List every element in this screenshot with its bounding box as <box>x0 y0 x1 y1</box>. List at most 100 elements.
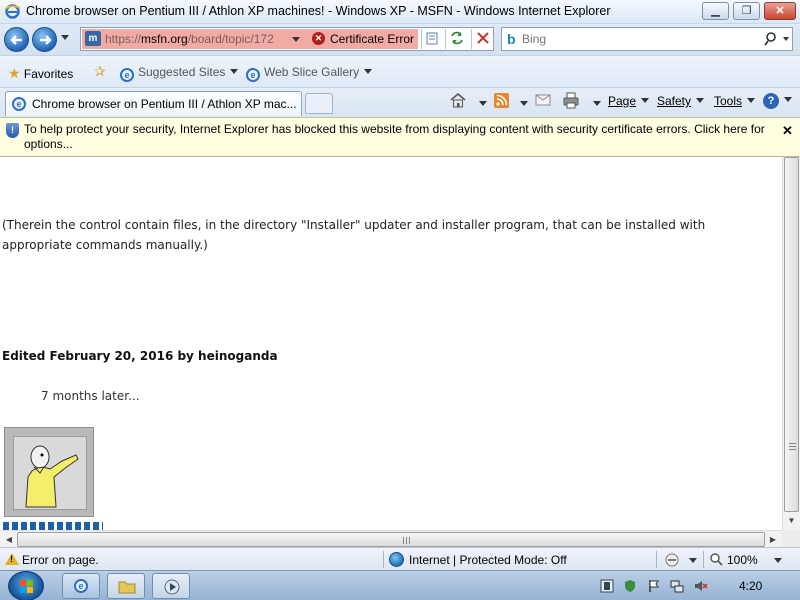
horizontal-scroll-thumb[interactable] <box>17 532 765 547</box>
url-scheme: https:// <box>105 32 142 46</box>
url-path: /board/topic/172 <box>187 32 274 46</box>
certificate-error-button[interactable]: ✕ Certificate Error <box>309 29 417 49</box>
zoom-dropdown[interactable] <box>774 558 782 563</box>
read-mail-button[interactable] <box>535 94 551 109</box>
grip-icon <box>403 537 411 544</box>
avatar-figure-image <box>25 445 79 508</box>
page-menu[interactable]: Page <box>608 94 650 108</box>
favorites-label: Favorites <box>23 67 74 81</box>
feeds-button[interactable] <box>494 93 509 111</box>
popup-blocker-button[interactable] <box>664 552 680 571</box>
refresh-button[interactable] <box>445 29 467 49</box>
favorites-star-icon: ★ <box>8 65 21 81</box>
scroll-down-arrow[interactable]: ▼ <box>784 513 799 529</box>
favorites-item-web-slice-gallery[interactable]: e Web Slice Gallery <box>246 65 373 82</box>
safety-menu[interactable]: Safety <box>657 94 705 108</box>
scroll-left-arrow[interactable]: ◀ <box>2 532 16 547</box>
taskbar-media-player[interactable] <box>152 573 190 599</box>
search-box[interactable]: b <box>501 27 793 51</box>
avatar[interactable] <box>4 427 94 517</box>
shield-icon: ! <box>6 123 19 138</box>
status-divider <box>703 551 704 568</box>
page-menu-label: Page <box>608 94 637 108</box>
url-text[interactable]: https://msfn.org/board/topic/172 <box>105 32 274 46</box>
tools-menu-label: Tools <box>714 94 743 108</box>
taskbar-internet-explorer[interactable]: e <box>62 573 100 599</box>
vertical-scroll-thumb[interactable] <box>784 157 799 512</box>
bing-icon: b <box>507 31 516 47</box>
home-button[interactable] <box>449 92 467 112</box>
horizontal-scrollbar[interactable]: ◀ ▶ <box>0 530 782 547</box>
search-input[interactable] <box>522 30 752 48</box>
back-arrow-icon <box>10 35 22 45</box>
certificate-error-label: Certificate Error <box>330 32 415 46</box>
status-text: Error on page. <box>22 553 99 567</box>
information-bar-text[interactable]: To help protect your security, Internet … <box>24 122 776 152</box>
security-information-bar[interactable]: ! To help protect your security, Interne… <box>0 117 800 157</box>
add-to-favorites-bar-button[interactable]: ✰ <box>94 63 106 80</box>
author-name-partial <box>3 522 103 530</box>
maximize-button[interactable]: ❐ <box>733 2 760 20</box>
media-player-icon <box>164 579 180 595</box>
rss-feed-icon <box>494 93 509 108</box>
stop-button[interactable] <box>471 29 493 49</box>
forward-arrow-icon <box>40 35 52 45</box>
action-center-icon[interactable] <box>600 579 614 593</box>
start-button[interactable] <box>8 571 44 600</box>
help-menu[interactable]: ? <box>763 93 792 109</box>
print-button[interactable] <box>562 92 580 112</box>
warning-exclamation: ! <box>10 554 13 564</box>
information-bar-close-button[interactable]: ✕ <box>782 123 793 139</box>
network-icon[interactable] <box>670 579 684 593</box>
volume-muted-icon[interactable] <box>694 579 708 593</box>
scrollbar-corner <box>782 530 800 547</box>
favorites-button[interactable]: ★ Favorites <box>8 65 73 82</box>
flag-icon[interactable] <box>647 579 661 593</box>
vertical-scrollbar[interactable]: ▼ <box>782 157 800 530</box>
windows-logo-icon <box>20 580 33 593</box>
home-dropdown[interactable] <box>479 101 487 106</box>
zoom-magnifier-icon <box>710 553 723 566</box>
close-button[interactable]: ✕ <box>764 2 796 20</box>
tools-menu[interactable]: Tools <box>714 94 756 108</box>
feeds-dropdown[interactable] <box>520 101 528 106</box>
address-bar[interactable]: m https://msfn.org/board/topic/172 ✕ Cer… <box>80 27 494 51</box>
edited-note: Edited February 20, 2016 by heinoganda <box>2 349 278 363</box>
forward-button[interactable] <box>32 27 57 52</box>
back-button[interactable] <box>4 27 29 52</box>
title-bar: Chrome browser on Pentium III / Athlon X… <box>0 0 800 24</box>
scroll-right-arrow[interactable]: ▶ <box>766 532 780 547</box>
security-zone-text: Internet | Protected Mode: Off <box>409 553 567 567</box>
status-divider <box>656 551 657 568</box>
tab-favicon-icon: e <box>12 97 26 111</box>
grip-icon <box>789 443 796 451</box>
taskbar-clock[interactable]: 4:20 <box>739 579 762 593</box>
status-bar: ! Error on page. Internet | Protected Mo… <box>0 547 800 570</box>
security-shield-tray-icon[interactable] <box>623 579 637 593</box>
zoom-level: 100% <box>727 553 758 567</box>
web-slice-gallery-icon: e <box>246 68 260 82</box>
mail-icon <box>535 94 551 106</box>
favorites-bar: ★ Favorites ✰ e Suggested Sites e Web Slic… <box>0 55 800 87</box>
site-favicon-icon: m <box>85 31 101 46</box>
popup-blocker-dropdown[interactable] <box>689 558 697 563</box>
new-tab-button[interactable] <box>305 93 333 114</box>
recent-pages-dropdown[interactable] <box>61 35 69 40</box>
minimize-button[interactable]: ▁ <box>702 2 729 20</box>
taskbar-windows-explorer[interactable] <box>107 573 145 599</box>
time-gap-label: 7 months later... <box>41 389 140 403</box>
address-dropdown-arrow[interactable] <box>292 37 300 42</box>
compatibility-view-button[interactable] <box>421 29 443 49</box>
favorites-item-suggested-sites[interactable]: e Suggested Sites <box>120 65 239 82</box>
print-dropdown[interactable] <box>593 101 601 106</box>
error-icon: ✕ <box>312 32 325 45</box>
chevron-down-icon <box>364 69 373 74</box>
search-icon[interactable] <box>764 31 780 47</box>
search-options-dropdown[interactable] <box>783 37 789 41</box>
taskbar: e 4:20 <box>0 570 800 600</box>
suggested-sites-icon: e <box>120 68 134 82</box>
suggested-sites-label: Suggested Sites <box>138 65 226 79</box>
stop-icon <box>477 32 489 44</box>
chevron-down-icon <box>784 97 792 102</box>
tab-active[interactable]: e Chrome browser on Pentium III / Athlon… <box>5 91 302 116</box>
